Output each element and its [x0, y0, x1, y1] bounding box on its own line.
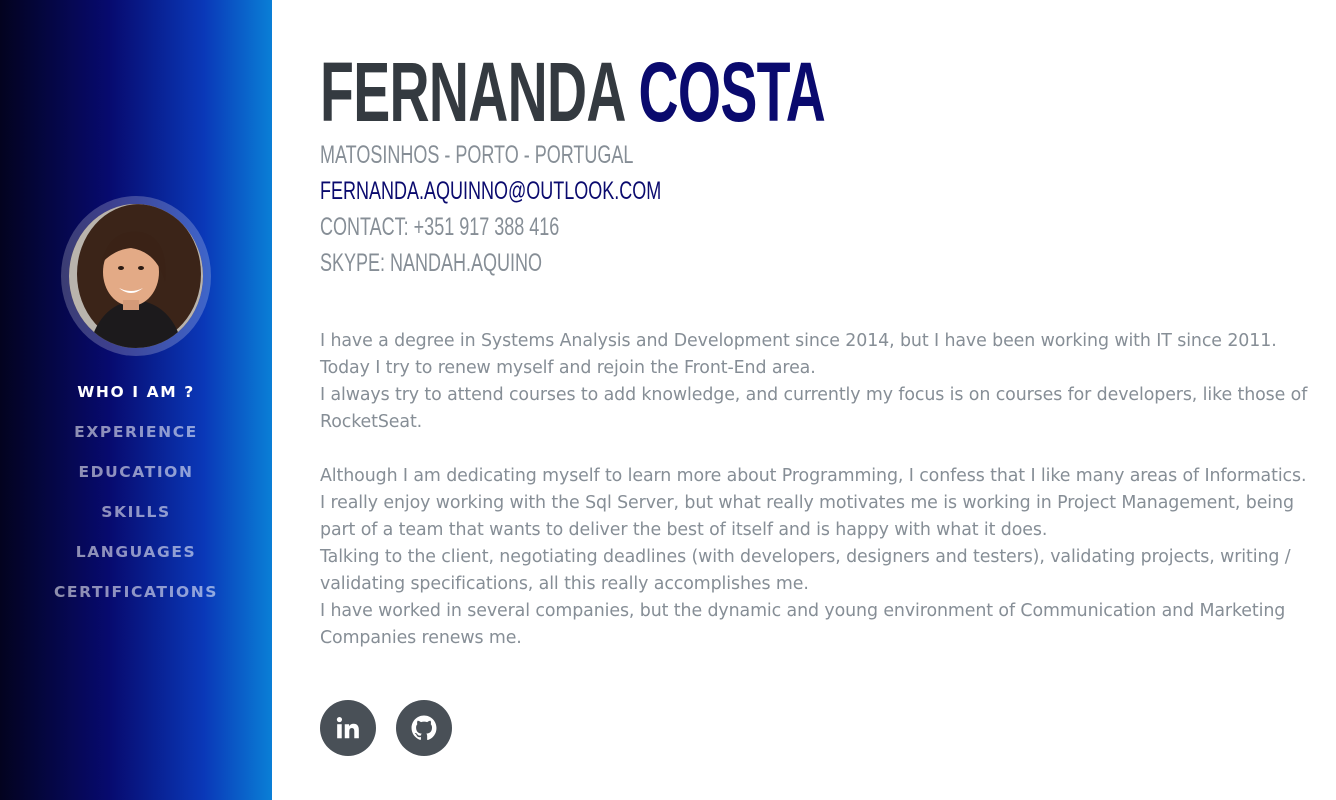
- linkedin-button[interactable]: [320, 700, 376, 756]
- social-links: [320, 700, 452, 756]
- contact-text: Contact: +351 917 388 416: [320, 213, 560, 241]
- address-text: Matosinhos - Porto - Portugal: [320, 141, 634, 169]
- about-paragraph: I always try to attend courses to add kn…: [320, 385, 1308, 432]
- last-name: COSTA: [638, 45, 826, 139]
- nav-item-skills[interactable]: SKILLS: [0, 500, 272, 540]
- first-name: FERNANDA: [320, 45, 624, 139]
- github-icon: [411, 715, 437, 741]
- github-button[interactable]: [396, 700, 452, 756]
- about-section: I have a degree in Systems Analysis and …: [320, 328, 1310, 652]
- nav-item-certifications[interactable]: CERTIFICATIONS: [0, 580, 272, 620]
- sidebar-nav: WHO I AM ? EXPERIENCE EDUCATION SKILLS L…: [0, 380, 272, 620]
- nav-item-experience[interactable]: EXPERIENCE: [0, 420, 272, 460]
- about-paragraph: Talking to the client, negotiating deadl…: [320, 547, 1291, 594]
- nav-item-education[interactable]: EDUCATION: [0, 460, 272, 500]
- skype-text: Skype: nandah.aquino: [320, 249, 543, 277]
- avatar-ring: [61, 196, 211, 356]
- profile-photo: [69, 204, 203, 348]
- sidebar: WHO I AM ? EXPERIENCE EDUCATION SKILLS L…: [0, 0, 272, 800]
- about-paragraph: Today I try to renew myself and rejoin t…: [320, 358, 816, 378]
- avatar[interactable]: [69, 204, 203, 348]
- email-link[interactable]: fernanda.aquinno@outlook.com: [320, 178, 661, 204]
- about-paragraph: I have worked in several companies, but …: [320, 601, 1286, 648]
- nav-item-languages[interactable]: LANGUAGES: [0, 540, 272, 580]
- about-paragraph: Although I am dedicating myself to learn…: [320, 466, 1307, 486]
- about-paragraph: I really enjoy working with the Sql Serv…: [320, 493, 1294, 540]
- page-title: FERNANDA COSTA: [320, 50, 826, 134]
- linkedin-icon: [336, 716, 359, 739]
- nav-item-who-i-am[interactable]: WHO I AM ?: [0, 380, 272, 420]
- about-paragraph: I have a degree in Systems Analysis and …: [320, 331, 1277, 351]
